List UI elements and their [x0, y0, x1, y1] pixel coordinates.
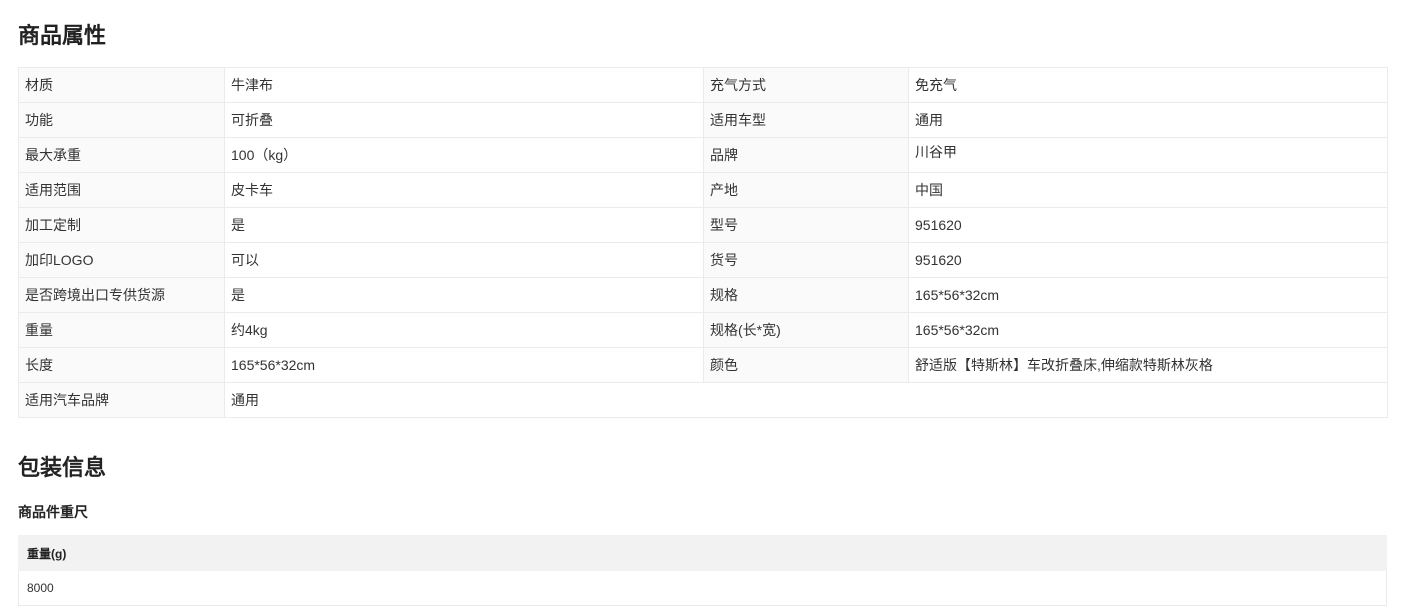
attr-label: 规格(长*宽) — [703, 312, 909, 348]
attr-label: 型号 — [703, 207, 909, 243]
packaging-info-title: 包装信息 — [18, 455, 107, 480]
column-header-weight: 重量(g) — [18, 535, 1387, 571]
attr-label: 品牌 — [703, 137, 909, 173]
attr-value: 通用 — [224, 382, 1388, 418]
attr-value: 可折叠 — [224, 102, 704, 138]
attr-row: 适用汽车品牌 通用 — [18, 382, 1388, 418]
attr-label: 加工定制 — [18, 207, 225, 243]
attr-label: 颜色 — [703, 347, 909, 383]
attr-label: 规格 — [703, 277, 909, 313]
attr-value: 川谷甲 — [908, 137, 1388, 173]
attr-label: 适用车型 — [703, 102, 909, 138]
package-weight-table: 重量(g) 8000 — [18, 535, 1387, 606]
product-attributes-title: 商品属性 — [18, 23, 107, 48]
attr-value: 是 — [224, 277, 704, 313]
attr-value: 951620 — [908, 207, 1388, 243]
attr-label: 长度 — [18, 347, 225, 383]
attr-value: 可以 — [224, 242, 704, 278]
attr-row: 适用范围 皮卡车 产地 中国 — [18, 172, 1388, 208]
attr-value: 中国 — [908, 172, 1388, 208]
attr-row: 功能 可折叠 适用车型 通用 — [18, 102, 1388, 138]
attr-label: 适用范围 — [18, 172, 225, 208]
attr-label: 加印LOGO — [18, 242, 225, 278]
attr-row: 加工定制 是 型号 951620 — [18, 207, 1388, 243]
attr-value: 165*56*32cm — [908, 277, 1388, 313]
attr-label: 适用汽车品牌 — [18, 382, 225, 418]
attr-value: 通用 — [908, 102, 1388, 138]
weight-value: 8000 — [18, 570, 1387, 606]
attr-row: 是否跨境出口专供货源 是 规格 165*56*32cm — [18, 277, 1388, 313]
attr-value: 951620 — [908, 242, 1388, 278]
attr-label: 功能 — [18, 102, 225, 138]
attr-label: 产地 — [703, 172, 909, 208]
attr-row: 长度 165*56*32cm 颜色 舒适版【特斯林】车改折叠床,伸缩款特斯林灰格 — [18, 347, 1388, 383]
attr-label: 货号 — [703, 242, 909, 278]
attr-row: 加印LOGO 可以 货号 951620 — [18, 242, 1388, 278]
attr-label: 材质 — [18, 67, 225, 103]
attr-label: 重量 — [18, 312, 225, 348]
attr-value: 免充气 — [908, 67, 1388, 103]
attr-value: 牛津布 — [224, 67, 704, 103]
attr-row: 重量 约4kg 规格(长*宽) 165*56*32cm — [18, 312, 1388, 348]
attr-value: 皮卡车 — [224, 172, 704, 208]
attr-label: 充气方式 — [703, 67, 909, 103]
attr-row: 材质 牛津布 充气方式 免充气 — [18, 67, 1388, 103]
attr-label: 是否跨境出口专供货源 — [18, 277, 225, 313]
attr-value: 165*56*32cm — [908, 312, 1388, 348]
table-header-row: 重量(g) — [18, 535, 1387, 571]
attr-value: 舒适版【特斯林】车改折叠床,伸缩款特斯林灰格 — [908, 347, 1388, 383]
attr-value: 100（kg） — [224, 137, 704, 173]
attr-value: 是 — [224, 207, 704, 243]
attr-value: 约4kg — [224, 312, 704, 348]
product-attributes-table: 材质 牛津布 充气方式 免充气 功能 可折叠 适用车型 通用 最大承重 100（… — [18, 67, 1388, 418]
table-row: 8000 — [18, 570, 1387, 606]
attr-row: 最大承重 100（kg） 品牌 川谷甲 — [18, 137, 1388, 173]
attr-label: 最大承重 — [18, 137, 225, 173]
package-weight-size-subtitle: 商品件重尺 — [18, 504, 88, 520]
attr-value: 165*56*32cm — [224, 347, 704, 383]
